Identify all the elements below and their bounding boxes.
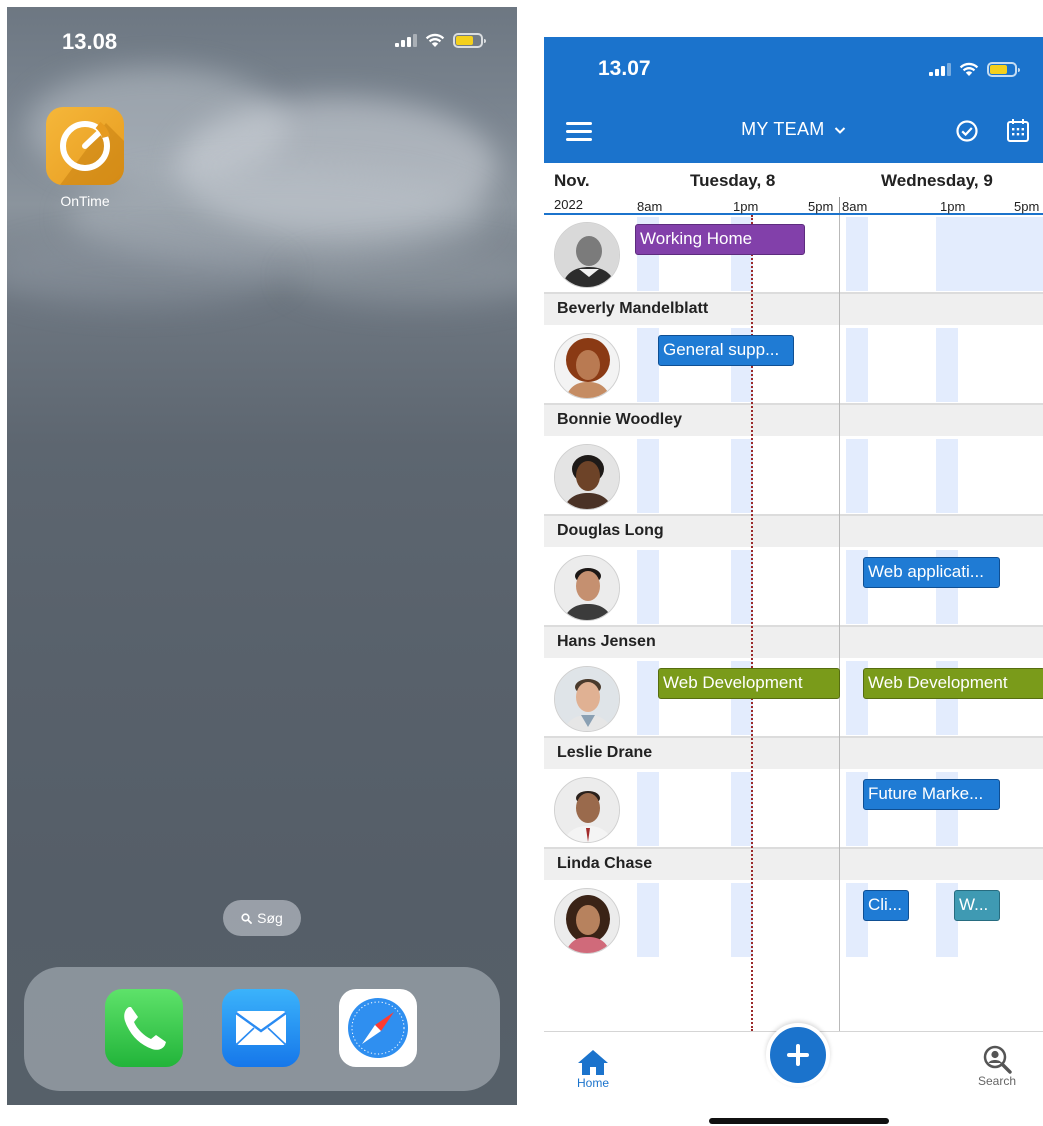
person-name: Bonnie Woodley [557, 411, 683, 428]
nav-search-label: Search [978, 1074, 1017, 1088]
home-icon [578, 1050, 608, 1075]
search-label: Søg [257, 910, 283, 926]
status-bar-icons [929, 62, 1020, 77]
add-button[interactable] [766, 1023, 830, 1087]
time-tick: 5pm [808, 199, 834, 214]
calendar-icon[interactable] [1006, 118, 1030, 143]
ontime-app-icon[interactable]: OnTime [46, 107, 124, 209]
person-name: Linda Chase [557, 855, 653, 872]
day-header-tuesday[interactable]: Tuesday, 8 [690, 171, 775, 191]
spotlight-search-button[interactable]: Søg [223, 900, 301, 936]
avatar[interactable] [554, 222, 620, 288]
wifi-icon [959, 62, 979, 76]
home-screen: 13.08 OnTime Søg [7, 7, 517, 1105]
person-name: Douglas Long [557, 522, 664, 539]
app-top-bar: 13.07 MY TEAM [544, 37, 1043, 163]
timeline-header: Nov. 2022 Tuesday, 8 Wednesday, 9 8am 1p… [544, 163, 1043, 215]
month-label: Nov. [554, 171, 590, 190]
event-block[interactable]: Future Marke... [863, 779, 1000, 810]
person-header[interactable]: Linda Chase [544, 847, 1043, 880]
team-selector-label: MY TEAM [741, 119, 825, 139]
plus-icon [787, 1044, 809, 1066]
nav-search[interactable]: Search [978, 1044, 1016, 1088]
status-bar-time: 13.07 [598, 57, 651, 80]
safari-app-icon[interactable] [339, 989, 417, 1067]
schedule-grid[interactable]: Beverly Mandelblatt Bonnie Woodley Dougl… [544, 215, 1043, 1031]
search-icon [241, 912, 253, 924]
avatar[interactable] [554, 888, 620, 954]
status-bar-icons [395, 33, 486, 48]
person-header[interactable]: Beverly Mandelblatt [544, 292, 1043, 325]
mail-app-icon[interactable] [222, 989, 300, 1067]
nav-home-label: Home [576, 1076, 609, 1090]
cellular-signal-icon [395, 34, 417, 47]
day-divider [839, 215, 840, 1031]
dock [24, 967, 500, 1091]
person-header[interactable]: Leslie Drane [544, 736, 1043, 769]
status-bar-time: 13.08 [62, 29, 118, 54]
wifi-icon [425, 33, 445, 47]
nav-home[interactable]: Home [576, 1048, 610, 1090]
safari-compass-icon [348, 998, 408, 1058]
avatar[interactable] [554, 555, 620, 621]
check-circle-icon[interactable] [955, 119, 979, 143]
avatar[interactable] [554, 777, 620, 843]
event-block[interactable]: Cli... [863, 890, 909, 921]
cellular-signal-icon [929, 63, 951, 76]
mail-icon [235, 1011, 287, 1046]
event-block[interactable]: Web Development [863, 668, 1043, 699]
event-block[interactable]: Working Home [635, 224, 805, 255]
time-tick: 1pm [940, 199, 966, 214]
event-block[interactable]: W... [954, 890, 1000, 921]
time-tick: 8am [637, 199, 663, 214]
time-tick: 5pm [1014, 199, 1040, 214]
time-tick: 8am [842, 199, 868, 214]
day-divider [839, 197, 840, 213]
home-indicator [709, 1118, 889, 1124]
ontime-app-screen: 13.07 MY TEAM Nov. 2022 Tuesday, 8 Wedne… [544, 37, 1043, 1126]
avatar[interactable] [554, 666, 620, 732]
phone-app-icon[interactable] [105, 989, 183, 1067]
avatar[interactable] [554, 444, 620, 510]
phone-icon [124, 1007, 166, 1050]
avatar[interactable] [554, 333, 620, 399]
event-block[interactable]: Web Development [658, 668, 840, 699]
person-name: Leslie Drane [557, 744, 653, 761]
person-header[interactable]: Bonnie Woodley [544, 403, 1043, 436]
person-header[interactable]: Hans Jensen [544, 625, 1043, 658]
person-name: Beverly Mandelblatt [557, 300, 709, 317]
person-header[interactable]: Douglas Long [544, 514, 1043, 547]
year-label: 2022 [554, 197, 583, 212]
search-person-icon [983, 1045, 1012, 1074]
chevron-down-icon [834, 127, 846, 134]
battery-icon [453, 33, 486, 48]
ontime-logo-icon [46, 107, 124, 185]
event-block[interactable]: Web applicati... [863, 557, 1000, 588]
time-tick: 1pm [733, 199, 759, 214]
event-block[interactable]: General supp... [658, 335, 794, 366]
day-header-wednesday[interactable]: Wednesday, 9 [881, 171, 993, 191]
app-label: OnTime [60, 193, 110, 209]
person-name: Hans Jensen [557, 633, 656, 650]
battery-icon [987, 62, 1020, 77]
